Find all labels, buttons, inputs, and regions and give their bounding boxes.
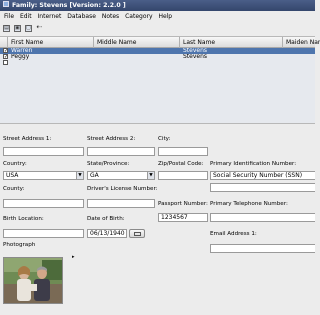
print-icon[interactable]: ▤ <box>3 25 10 32</box>
photo-image <box>4 258 62 303</box>
app-icon <box>3 1 9 7</box>
primary-phone-label: Primary Telephone Number: <box>210 201 288 207</box>
column-middle-name[interactable]: Middle Name <box>94 37 180 48</box>
menu-database[interactable]: Database <box>67 13 96 20</box>
member-detail-form: Street Address 1: Street Address 2: City… <box>0 125 315 315</box>
row-checkbox[interactable]: ✓ <box>3 48 8 54</box>
calendar-button[interactable] <box>129 229 145 238</box>
menu-category[interactable]: Category <box>125 13 152 20</box>
chevron-down-icon: ▼ <box>147 172 154 179</box>
member-photo[interactable] <box>3 257 63 304</box>
state-label: State/Province: <box>87 161 130 167</box>
dob-input[interactable]: 06/13/1940 <box>87 229 127 238</box>
email-label: Email Address 1: <box>210 231 257 237</box>
save-icon[interactable]: ▣ <box>13 25 21 32</box>
street-address-2-label: Street Address 2: <box>87 136 136 142</box>
state-select[interactable]: GA ▼ <box>87 171 155 180</box>
menu-help[interactable]: Help <box>158 13 172 20</box>
menu-edit[interactable]: Edit <box>20 13 32 20</box>
grid-header: First Name Middle Name Last Name Maiden … <box>0 37 320 48</box>
grid-header-check <box>0 37 8 48</box>
photograph-label: Photograph <box>3 242 36 248</box>
column-first-name[interactable]: First Name <box>8 37 94 48</box>
note-icon[interactable]: ▢ <box>24 25 32 32</box>
primary-id-number-input[interactable] <box>210 183 315 192</box>
email-input[interactable] <box>210 244 315 253</box>
country-value: USA <box>6 172 19 179</box>
column-last-name[interactable]: Last Name <box>180 37 283 48</box>
county-input[interactable] <box>3 199 84 208</box>
birth-location-input[interactable] <box>3 229 84 238</box>
zip-label: Zip/Postal Code: <box>158 161 204 167</box>
photo-menu-arrow-icon[interactable]: ▸ <box>72 254 75 260</box>
country-label: Country: <box>3 161 27 167</box>
members-grid: First Name Middle Name Last Name Maiden … <box>0 36 320 124</box>
menu-bar: File Edit Internet Database Notes Catego… <box>0 12 315 22</box>
window-titlebar: Family: Stevens [Version: 2.2.0 ] <box>0 0 315 11</box>
row-checkbox[interactable] <box>3 60 8 65</box>
menu-notes[interactable]: Notes <box>102 13 119 20</box>
chevron-down-icon: ▼ <box>76 172 83 179</box>
street-address-1-input[interactable] <box>3 147 84 156</box>
birth-location-label: Birth Location: <box>3 216 44 222</box>
window-title: Family: Stevens [Version: 2.2.0 ] <box>12 2 126 9</box>
menu-file[interactable]: File <box>4 13 14 20</box>
dob-label: Date of Birth: <box>87 216 125 222</box>
passport-label: Passport Number: <box>158 201 208 207</box>
county-label: County: <box>3 186 25 192</box>
zip-input[interactable] <box>158 171 208 180</box>
primary-id-value: Social Security Number (SSN) <box>213 172 303 179</box>
city-input[interactable] <box>158 147 208 156</box>
calendar-icon <box>133 231 141 236</box>
primary-id-select[interactable]: Social Security Number (SSN) <box>210 171 315 180</box>
column-maiden-name[interactable]: Maiden Name <box>283 37 320 48</box>
primary-phone-input[interactable] <box>210 213 315 222</box>
drivers-license-label: Driver's License Number: <box>87 186 158 192</box>
row-checkbox[interactable]: ✓ <box>3 54 8 60</box>
state-value: GA <box>90 172 99 179</box>
street-address-2-input[interactable] <box>87 147 155 156</box>
back-arrow-icon[interactable]: ⇠ <box>36 24 43 32</box>
city-label: City: <box>158 136 171 142</box>
street-address-1-label: Street Address 1: <box>3 136 52 142</box>
country-select[interactable]: USA ▼ <box>3 171 84 180</box>
menu-internet[interactable]: Internet <box>38 13 62 20</box>
drivers-license-input[interactable] <box>87 199 155 208</box>
table-row-new[interactable] <box>0 60 315 66</box>
passport-input[interactable]: 1234567 <box>158 213 208 222</box>
primary-id-label: Primary Identification Number: <box>210 161 297 167</box>
toolbar: ▤ ▣ ▢ ⇠ <box>0 23 315 34</box>
